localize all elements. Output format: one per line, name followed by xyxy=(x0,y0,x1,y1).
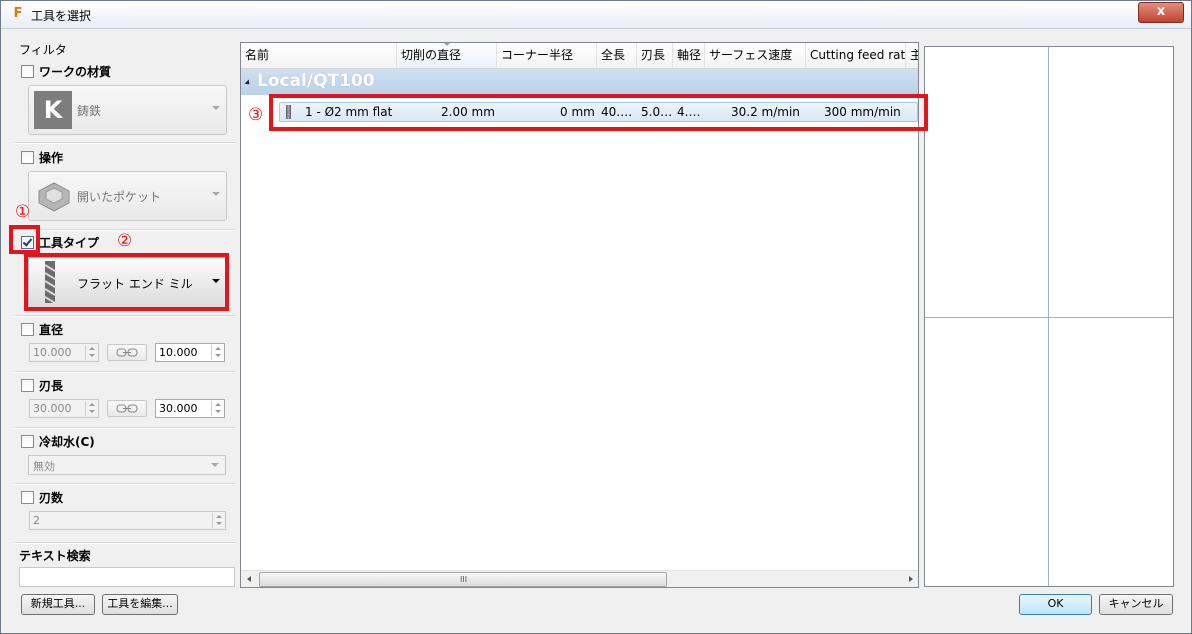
flutes-label: 刃数 xyxy=(39,491,64,505)
flute-length-checkbox[interactable] xyxy=(21,379,34,392)
chain-link-icon xyxy=(116,348,138,357)
ok-button[interactable]: OK xyxy=(1019,594,1092,615)
divider xyxy=(15,142,235,144)
diameter-max-value: 10.000 xyxy=(159,346,198,359)
coolant-value: 無効 xyxy=(33,460,55,473)
flute-length-min-stepper[interactable]: 30.000 xyxy=(29,399,99,418)
annotation-box-3 xyxy=(269,94,928,131)
preview-axis-horizontal xyxy=(925,317,1173,318)
annotation-box-1 xyxy=(9,225,40,254)
annotation-box-2 xyxy=(24,253,229,311)
horizontal-scrollbar[interactable]: III xyxy=(241,570,918,587)
diameter-link-button[interactable] xyxy=(107,344,147,361)
coolant-dropdown[interactable]: 無効 xyxy=(28,455,226,475)
scroll-right-icon[interactable] xyxy=(909,576,913,582)
library-group-name: Local/QT100 xyxy=(257,71,375,91)
flutes-value: 2 xyxy=(33,514,40,527)
coolant-checkbox[interactable] xyxy=(21,435,34,448)
flute-length-label: 刃長 xyxy=(39,379,64,393)
column-header-name[interactable]: 名前 xyxy=(241,43,397,68)
flute-length-max-stepper[interactable]: 30.000 xyxy=(155,399,225,418)
divider xyxy=(15,427,235,429)
flutes-checkbox[interactable] xyxy=(21,491,34,504)
flute-length-min-value: 30.000 xyxy=(33,402,72,415)
open-pocket-icon xyxy=(38,182,70,212)
spin-arrows-icon[interactable] xyxy=(211,401,223,416)
coolant-label: 冷却水(C) xyxy=(39,435,95,449)
table-header: 名前 切削の直径 コーナー半径 全長 刃長 軸径 サーフェス速度 Cutting… xyxy=(241,43,918,69)
app-icon: F xyxy=(13,6,23,21)
workpiece-material-value: 鋳鉄 xyxy=(77,104,102,118)
flute-length-max-value: 30.000 xyxy=(159,402,198,415)
divider xyxy=(15,371,235,373)
diameter-checkbox[interactable] xyxy=(21,323,34,336)
column-header-cutting-feed-rate[interactable]: Cutting feed rat xyxy=(806,43,906,68)
flute-length-link-button[interactable] xyxy=(107,400,147,417)
operation-value: 開いたポケット xyxy=(77,190,162,204)
workpiece-material-dropdown[interactable]: K 鋳鉄 xyxy=(28,85,227,135)
diameter-min-stepper[interactable]: 10.000 xyxy=(29,343,99,362)
column-header-cutting-diameter[interactable]: 切削の直径 xyxy=(397,43,497,68)
flutes-stepper[interactable]: 2 xyxy=(29,511,226,530)
divider xyxy=(15,315,235,317)
divider xyxy=(15,542,235,544)
operation-dropdown[interactable]: 開いたポケット xyxy=(28,171,227,221)
cancel-button[interactable]: キャンセル xyxy=(1099,594,1173,615)
annotation-marker-3: ③ xyxy=(248,105,264,125)
diameter-max-stepper[interactable]: 10.000 xyxy=(155,343,225,362)
title-bar: F 工具を選択 x xyxy=(1,1,1191,29)
scroll-left-icon[interactable] xyxy=(247,576,251,582)
operation-checkbox[interactable] xyxy=(21,151,34,164)
diameter-label: 直径 xyxy=(39,323,64,337)
tool-type-label: 工具タイプ xyxy=(39,236,100,250)
column-header-flute-length[interactable]: 刃長 xyxy=(637,43,673,68)
spin-arrows-icon[interactable] xyxy=(85,345,97,360)
chain-link-icon xyxy=(116,404,138,413)
sort-indicator-icon xyxy=(444,43,450,46)
column-header-overall-length[interactable]: 全長 xyxy=(597,43,637,68)
column-header-shaft-diameter[interactable]: 軸径 xyxy=(673,43,705,68)
window-title: 工具を選択 xyxy=(31,9,92,23)
scroll-grip: III xyxy=(460,575,468,584)
workpiece-material-checkbox[interactable] xyxy=(21,65,34,78)
divider xyxy=(15,483,235,485)
scrollbar-thumb[interactable]: III xyxy=(259,572,667,587)
chevron-down-icon xyxy=(212,106,220,110)
annotation-marker-2: ② xyxy=(117,231,133,251)
library-group-row[interactable]: Local/QT100 xyxy=(241,69,918,95)
annotation-marker-1: ① xyxy=(15,202,31,222)
workpiece-material-label: ワークの材質 xyxy=(39,65,112,79)
spin-arrows-icon[interactable] xyxy=(212,513,224,528)
column-header-spindle[interactable]: 主 xyxy=(906,43,918,68)
chevron-down-icon xyxy=(212,192,220,196)
text-search-input[interactable] xyxy=(19,567,235,587)
tool-preview-panel xyxy=(924,46,1174,587)
edit-tool-button[interactable]: 工具を編集... xyxy=(102,594,178,615)
chevron-down-icon xyxy=(211,463,219,467)
operation-label: 操作 xyxy=(39,151,64,165)
expand-triangle-icon[interactable] xyxy=(244,79,252,87)
spin-arrows-icon[interactable] xyxy=(85,401,97,416)
tool-select-dialog: F 工具を選択 x フィルタ ワークの材質 K 鋳鉄 操作 開いたポケット 工具… xyxy=(0,0,1192,634)
material-k-icon: K xyxy=(34,91,72,129)
filter-group-label: フィルタ xyxy=(19,43,67,57)
spin-arrows-icon[interactable] xyxy=(211,345,223,360)
column-header-corner-radius[interactable]: コーナー半径 xyxy=(497,43,597,68)
diameter-min-value: 10.000 xyxy=(33,346,72,359)
new-tool-button[interactable]: 新規工具... xyxy=(21,594,95,615)
close-button[interactable]: x xyxy=(1138,2,1184,23)
column-header-surface-speed[interactable]: サーフェス速度 xyxy=(705,43,806,68)
text-search-label: テキスト検索 xyxy=(19,549,91,563)
